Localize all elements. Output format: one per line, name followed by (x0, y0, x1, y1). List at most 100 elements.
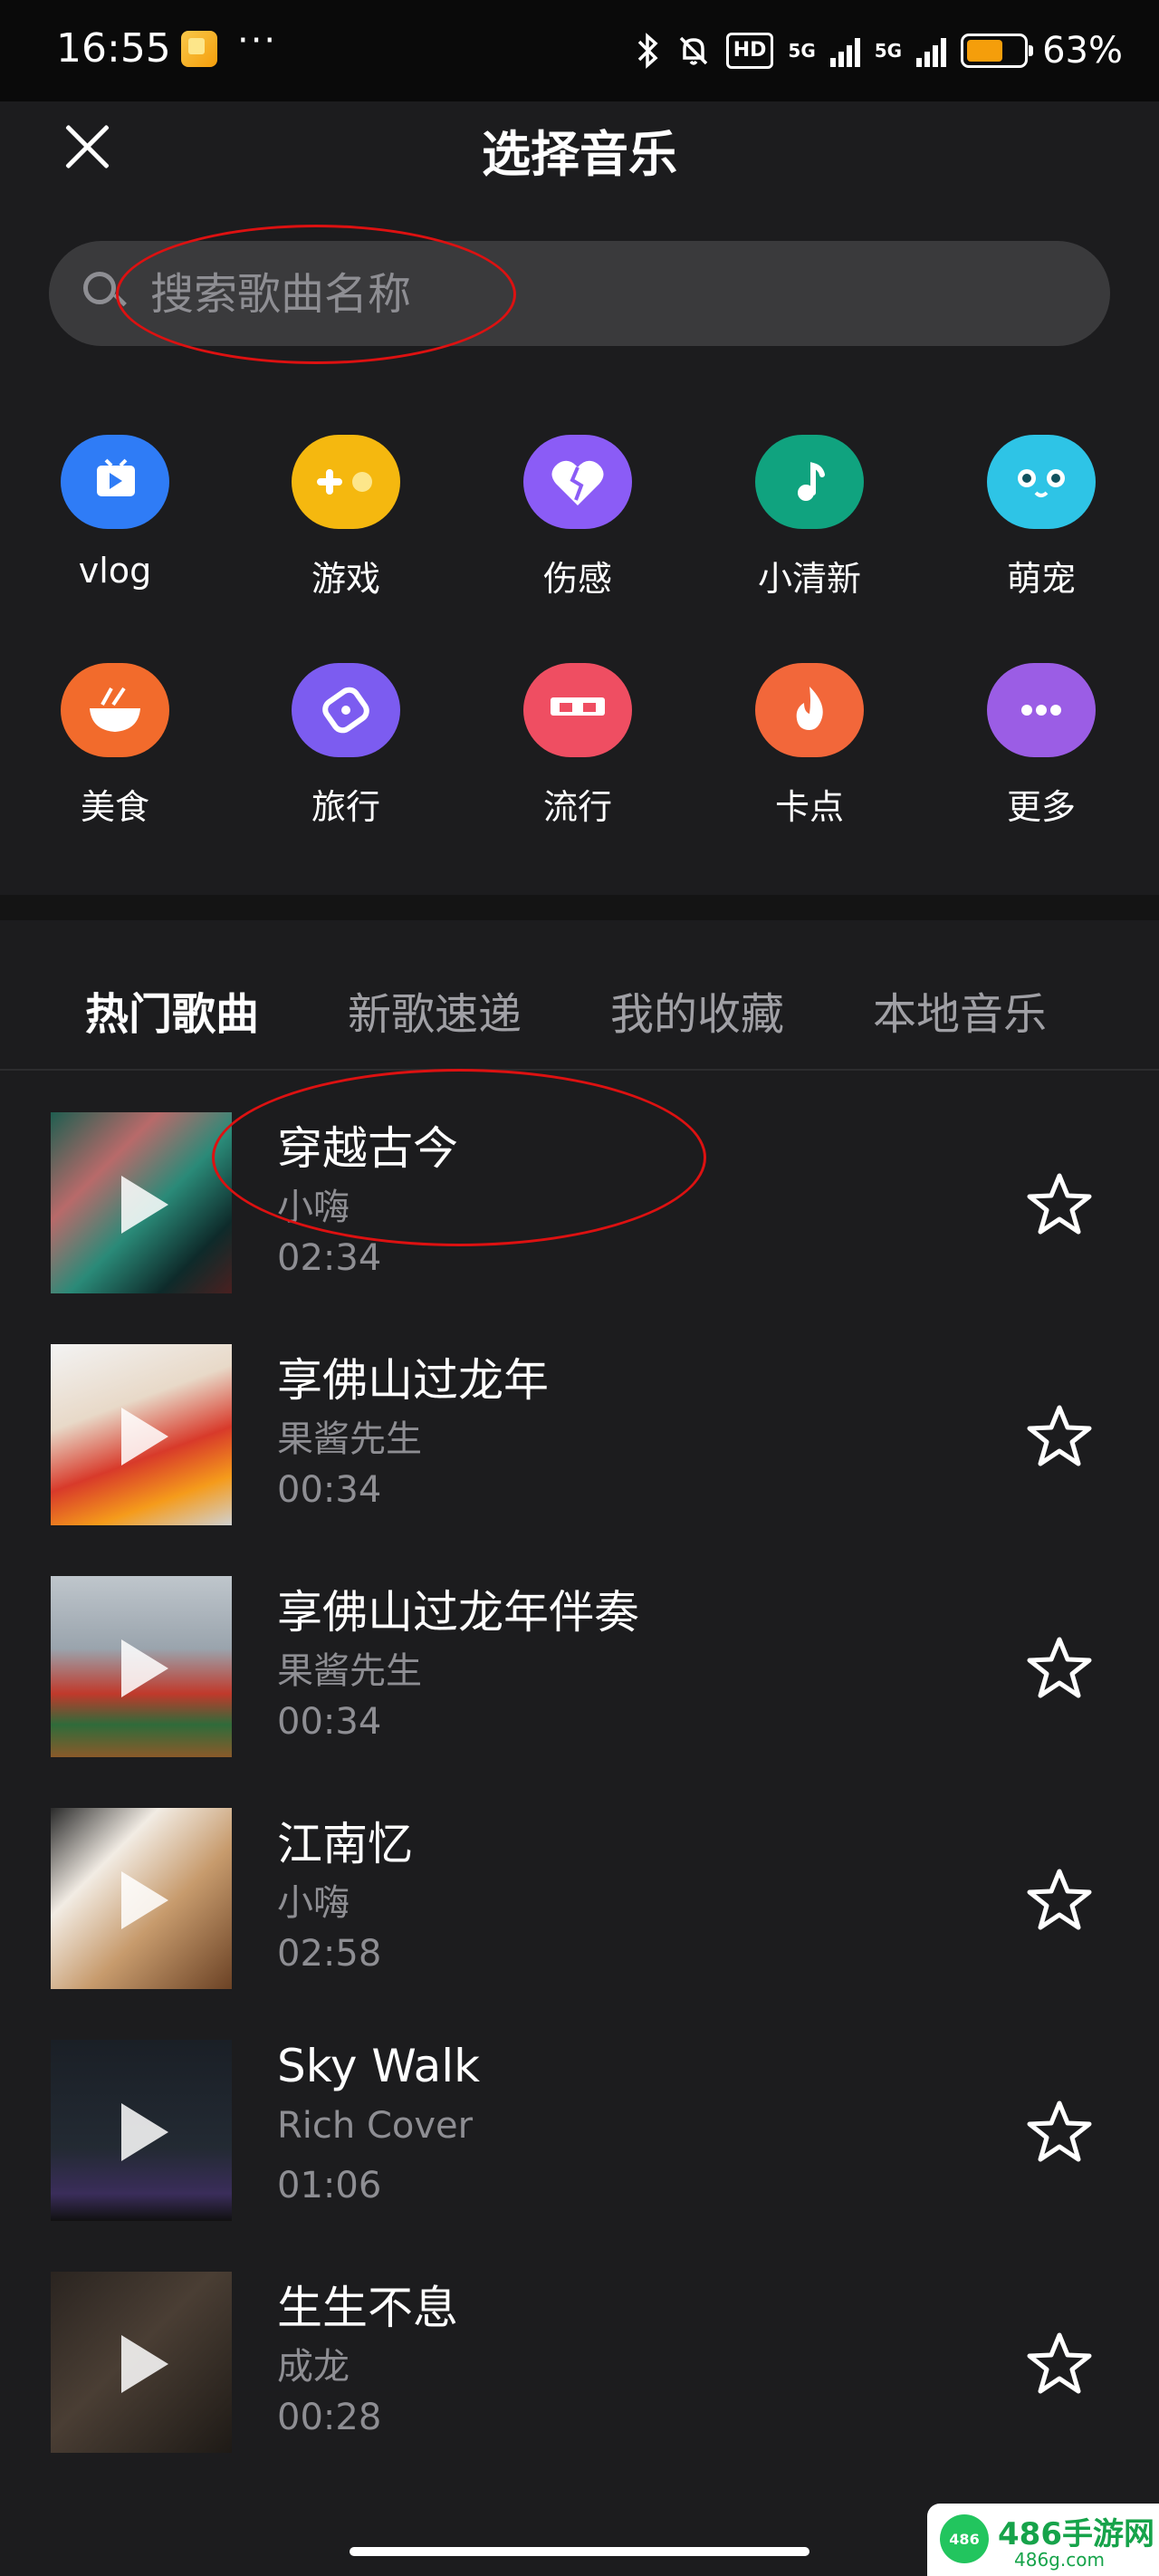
hd-badge: HD (725, 33, 774, 69)
song-duration: 00:34 (277, 1701, 382, 1743)
tab-favorites[interactable]: 我的收藏 (610, 978, 784, 1042)
song-artist: 小嗨 (277, 1187, 350, 1228)
song-duration: 00:34 (277, 1469, 382, 1511)
flame-icon (755, 663, 864, 757)
bluetooth-icon (637, 33, 658, 69)
category-label: 伤感 (542, 559, 612, 599)
watermark-logo: 486 (940, 2514, 989, 2563)
song-row[interactable]: 穿越古今 小嗨 02:34 (0, 1096, 1159, 1328)
home-indicator[interactable] (350, 2547, 809, 2556)
tab-new-songs[interactable]: 新歌速递 (348, 978, 522, 1042)
song-row[interactable]: 生生不息 成龙 00:28 (0, 2255, 1159, 2487)
battery-percent: 63% (1042, 30, 1123, 72)
search-icon (83, 272, 116, 304)
battery-level (967, 40, 1003, 62)
song-title: 享佛山过龙年伴奏 (277, 1586, 639, 1639)
category-food[interactable]: 美食 (24, 663, 206, 829)
play-icon (121, 1176, 168, 1234)
category-label: vlog (78, 551, 152, 591)
song-title: Sky Walk (277, 2040, 481, 2092)
album-cover[interactable] (51, 1344, 232, 1525)
watermark-text: 486手游网 (998, 2516, 1154, 2552)
signal-icon-2 (916, 34, 947, 67)
play-icon (121, 2335, 168, 2393)
search-input[interactable] (148, 241, 1058, 348)
play-icon (121, 1408, 168, 1466)
pet-face-icon (987, 435, 1096, 529)
song-artist: 小嗨 (277, 1882, 350, 1924)
favorite-star-icon[interactable] (1025, 1402, 1094, 1471)
bowl-icon (61, 663, 169, 757)
album-cover[interactable] (51, 1808, 232, 1989)
header: 选择音乐 (0, 101, 1159, 219)
music-note-icon (755, 435, 864, 529)
song-duration: 02:58 (277, 1933, 382, 1975)
category-label: 更多 (1006, 787, 1076, 827)
album-cover[interactable] (51, 1112, 232, 1293)
broken-heart-icon (523, 435, 632, 529)
song-artist: 果酱先生 (277, 1418, 422, 1460)
section-divider (0, 895, 1159, 920)
more-dots-icon (987, 663, 1096, 757)
song-title: 生生不息 (277, 2282, 458, 2334)
favorite-star-icon[interactable] (1025, 1170, 1094, 1239)
battery-icon (961, 34, 1034, 68)
network-type-1: 5G (788, 40, 816, 62)
category-pet[interactable]: 萌宠 (951, 435, 1132, 601)
category-fresh[interactable]: 小清新 (719, 435, 900, 601)
song-row[interactable]: Sky Walk Rich Cover 01:06 (0, 2023, 1159, 2255)
category-label: 旅行 (311, 787, 380, 827)
song-title: 享佛山过龙年 (277, 1354, 549, 1407)
category-label: 卡点 (774, 787, 844, 827)
song-row[interactable]: 享佛山过龙年伴奏 果酱先生 00:34 (0, 1560, 1159, 1792)
music-tabs: 热门歌曲 新歌速递 我的收藏 本地音乐 (0, 942, 1159, 1071)
song-artist: 果酱先生 (277, 1650, 422, 1692)
category-game[interactable]: 游戏 (255, 435, 436, 601)
vlog-icon (61, 435, 169, 529)
category-label: 美食 (80, 787, 149, 827)
song-title: 穿越古今 (277, 1122, 458, 1175)
sunglasses-icon (523, 663, 632, 757)
game-icon (292, 435, 400, 529)
favorite-star-icon[interactable] (1025, 1866, 1094, 1935)
category-sad[interactable]: 伤感 (487, 435, 668, 601)
category-label: 流行 (542, 787, 612, 827)
watermark-subtext: 486g.com (1014, 2549, 1105, 2571)
mute-bell-icon (679, 36, 707, 65)
song-row[interactable]: 江南忆 小嗨 02:58 (0, 1792, 1159, 2023)
favorite-star-icon[interactable] (1025, 1634, 1094, 1703)
category-travel[interactable]: 旅行 (255, 663, 436, 829)
favorite-star-icon[interactable] (1025, 2098, 1094, 2167)
play-icon (121, 2103, 168, 2161)
signal-icon (829, 34, 860, 67)
watermark: 486 486手游网 486g.com (927, 2504, 1159, 2576)
status-time: 16:55 (56, 25, 171, 72)
category-label: 游戏 (311, 559, 380, 599)
category-vlog[interactable]: vlog (24, 435, 206, 591)
album-cover[interactable] (51, 2272, 232, 2453)
category-label: 萌宠 (1006, 559, 1076, 599)
play-icon (121, 1639, 168, 1697)
tab-hot-songs[interactable]: 热门歌曲 (85, 978, 259, 1042)
status-bar: 16:55 ··· HD 5G 5G 63% (0, 0, 1159, 101)
network-type-2: 5G (874, 40, 903, 62)
search-bar[interactable] (49, 241, 1110, 348)
song-duration: 01:06 (277, 2165, 382, 2206)
song-duration: 00:28 (277, 2397, 382, 2438)
favorite-star-icon[interactable] (1025, 2330, 1094, 2398)
more-notifications-icon: ··· (237, 20, 278, 62)
song-artist: Rich Cover (277, 2105, 474, 2147)
page-title: 选择音乐 (482, 126, 677, 183)
category-beat[interactable]: 卡点 (719, 663, 900, 829)
album-cover[interactable] (51, 1576, 232, 1757)
play-icon (121, 1871, 168, 1929)
category-label: 小清新 (757, 559, 861, 599)
category-pop[interactable]: 流行 (487, 663, 668, 829)
song-duration: 02:34 (277, 1237, 382, 1279)
song-title: 江南忆 (277, 1818, 413, 1870)
song-row[interactable]: 享佛山过龙年 果酱先生 00:34 (0, 1328, 1159, 1560)
status-icons: HD 5G 5G 63% (636, 25, 1123, 76)
tab-local-music[interactable]: 本地音乐 (873, 978, 1047, 1042)
category-more[interactable]: 更多 (951, 663, 1132, 829)
album-cover[interactable] (51, 2040, 232, 2221)
